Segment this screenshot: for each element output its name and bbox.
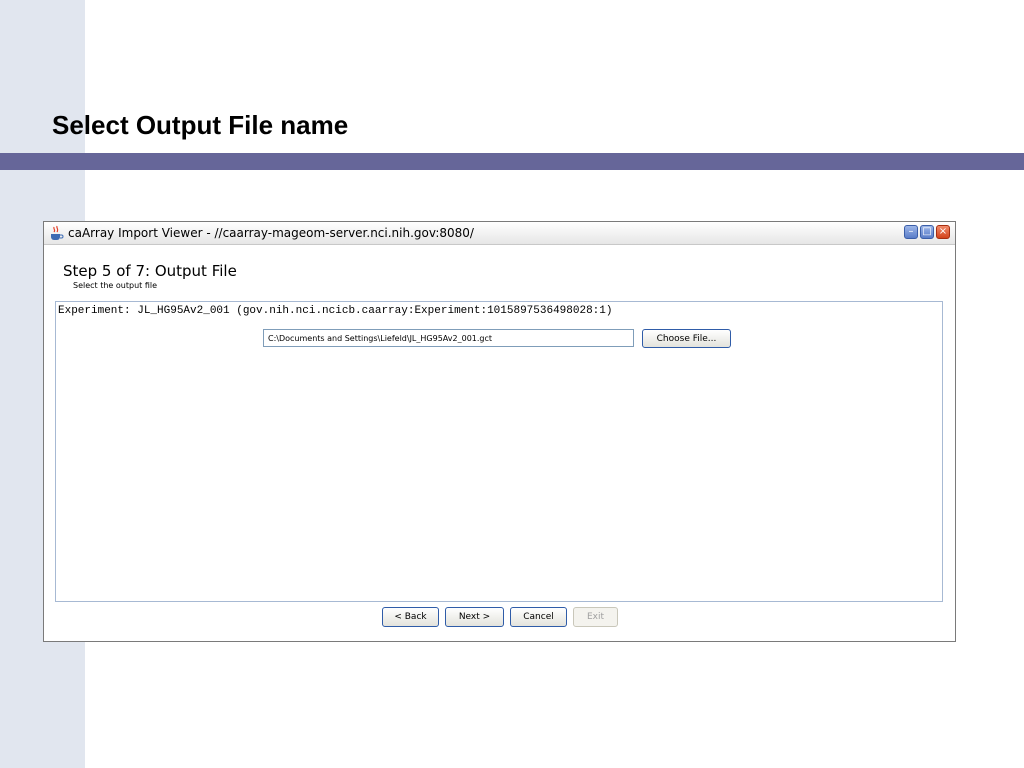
maximize-button[interactable]: □	[920, 225, 934, 239]
window-title: caArray Import Viewer - //caarray-mageom…	[68, 226, 474, 240]
import-viewer-window: caArray Import Viewer - //caarray-mageom…	[43, 221, 956, 642]
window-titlebar[interactable]: caArray Import Viewer - //caarray-mageom…	[44, 222, 955, 245]
wizard-body: Step 5 of 7: Output File Select the outp…	[44, 245, 955, 641]
experiment-label: Experiment: JL_HG95Av2_001 (gov.nih.nci.…	[58, 305, 613, 317]
minimize-button[interactable]: –	[904, 225, 918, 239]
title-rule	[0, 153, 1024, 170]
step-title: Step 5 of 7: Output File	[63, 262, 237, 280]
cancel-button[interactable]: Cancel	[510, 607, 567, 627]
java-cup-icon	[51, 225, 64, 240]
next-button[interactable]: Next >	[445, 607, 504, 627]
step-subtitle: Select the output file	[73, 281, 158, 290]
output-file-panel: Experiment: JL_HG95Av2_001 (gov.nih.nci.…	[55, 301, 943, 602]
exit-button: Exit	[573, 607, 618, 627]
choose-file-button[interactable]: Choose File...	[642, 329, 731, 348]
slide-title: Select Output File name	[52, 110, 349, 140]
close-button[interactable]: ×	[936, 225, 950, 239]
back-button[interactable]: < Back	[382, 607, 439, 627]
output-path-field[interactable]	[263, 329, 634, 347]
